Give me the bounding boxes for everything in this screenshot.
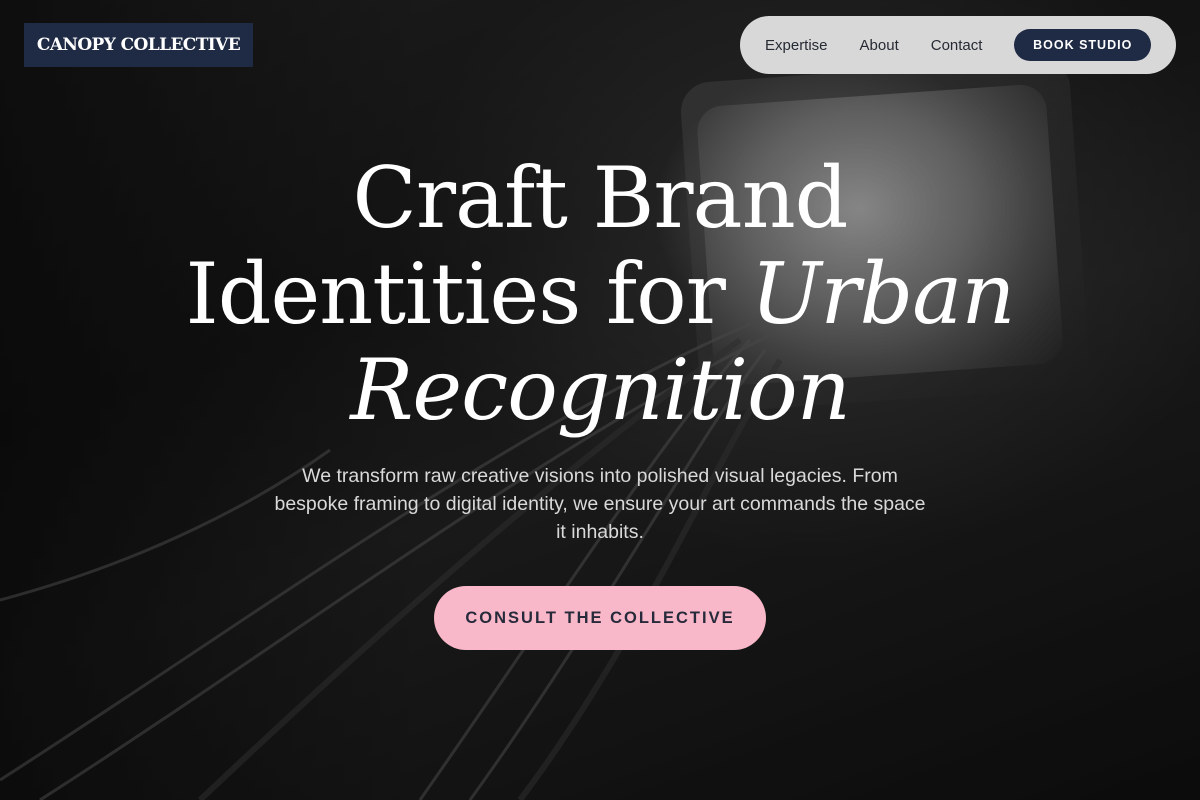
headline-line-3-italic: Recognition bbox=[350, 341, 851, 439]
consult-cta-button[interactable]: CONSULT THE COLLECTIVE bbox=[434, 586, 766, 650]
brand-logo-text: CANOPY COLLECTIVE bbox=[36, 35, 241, 55]
book-studio-button[interactable]: BOOK STUDIO bbox=[1014, 29, 1151, 61]
nav-link-contact[interactable]: Contact bbox=[931, 37, 983, 54]
headline-line-1: Craft Brand bbox=[352, 149, 849, 247]
hero-headline: Craft Brand Identities for Urban Recogni… bbox=[0, 150, 1200, 438]
headline-line-2-plain: Identities for bbox=[185, 245, 751, 343]
nav-link-expertise[interactable]: Expertise bbox=[765, 37, 828, 54]
main-nav: Expertise About Contact BOOK STUDIO bbox=[740, 16, 1176, 74]
landing-page: CANOPY COLLECTIVE Expertise About Contac… bbox=[0, 0, 1200, 800]
nav-link-about[interactable]: About bbox=[860, 37, 899, 54]
hero-subtitle: We transform raw creative visions into p… bbox=[274, 465, 926, 543]
headline-line-2-italic: Urban bbox=[750, 245, 1016, 343]
brand-logo[interactable]: CANOPY COLLECTIVE bbox=[24, 23, 253, 67]
